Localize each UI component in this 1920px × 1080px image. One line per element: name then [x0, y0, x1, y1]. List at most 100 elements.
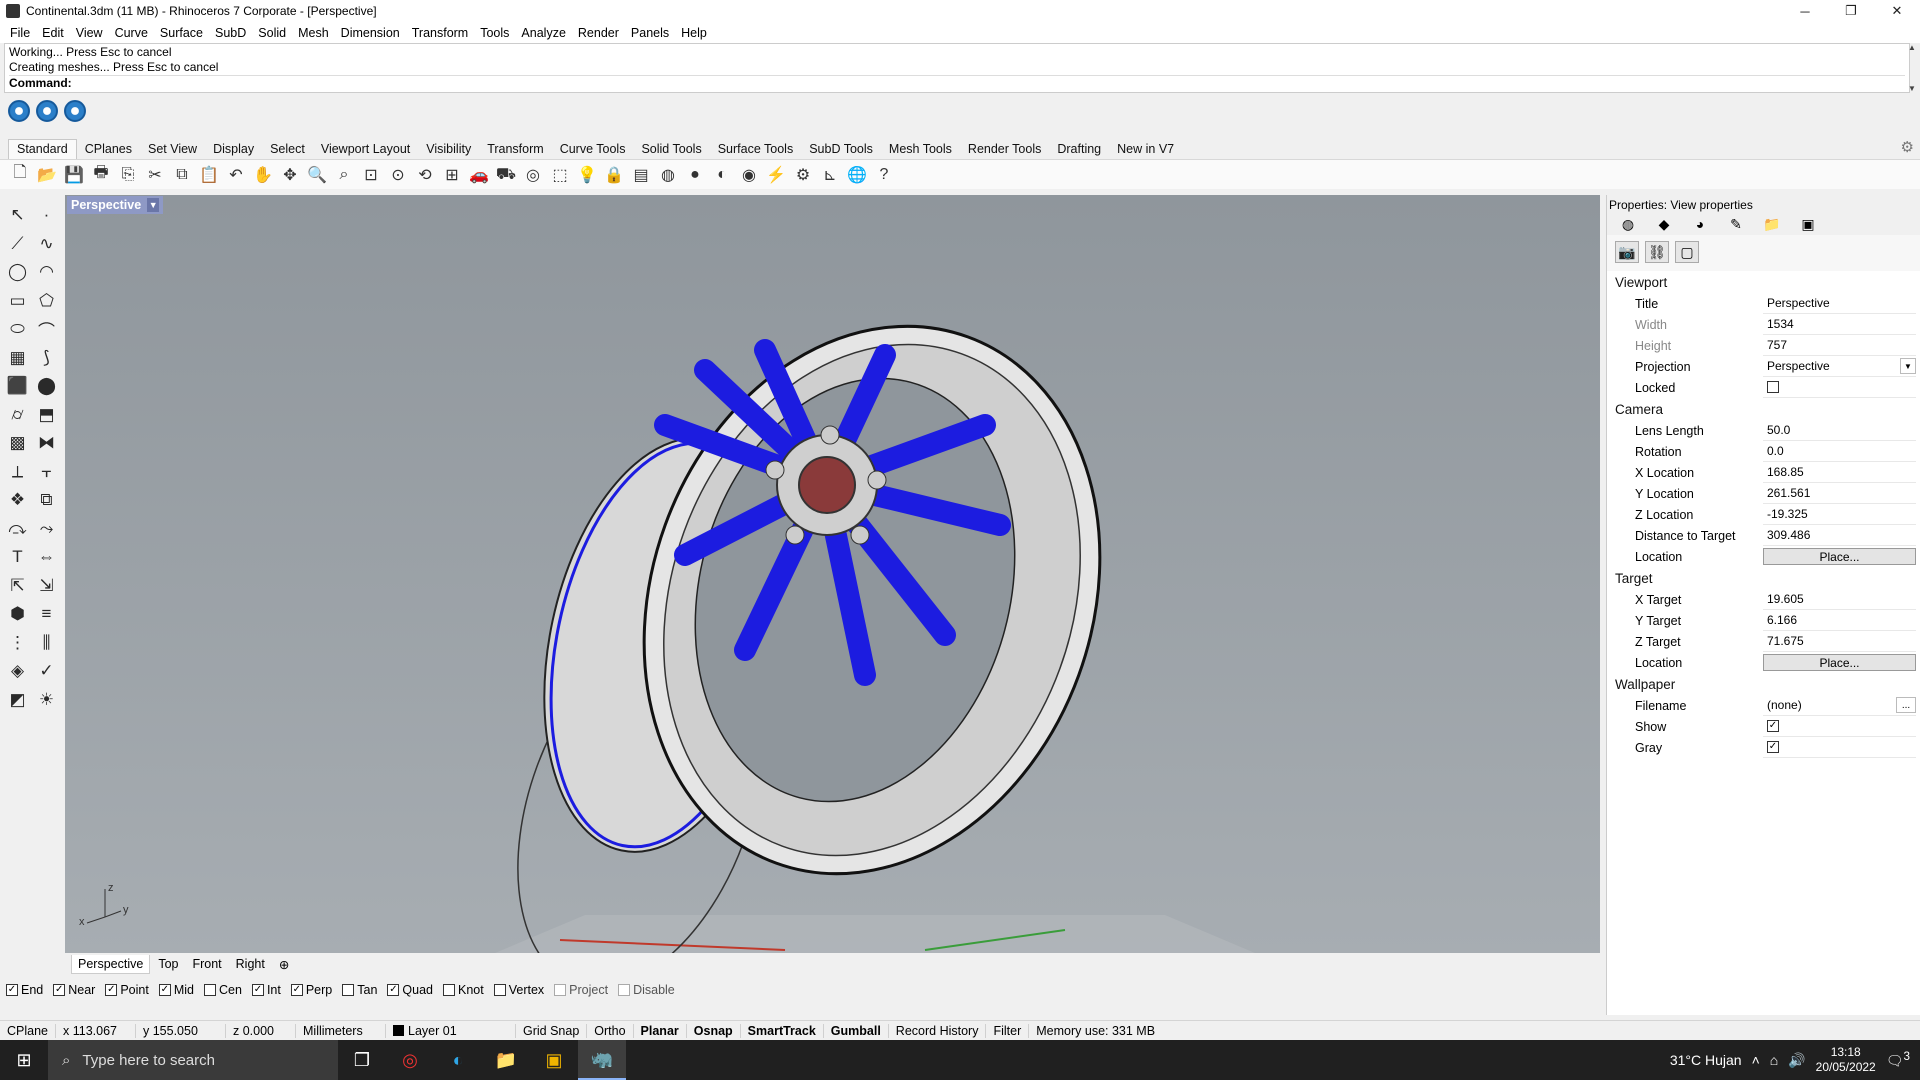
select-icon[interactable]: ⬚	[548, 163, 572, 187]
command-prompt[interactable]: Command:	[9, 75, 1905, 91]
pan-hand-icon[interactable]: ✋	[251, 163, 275, 187]
camera-place-button[interactable]: Place...	[1763, 548, 1916, 565]
osnap-toggle[interactable]: Osnap	[687, 1023, 741, 1038]
gear-icon[interactable]: ⚙	[1901, 138, 1914, 156]
frame-icon[interactable]: ▢	[1675, 241, 1699, 263]
new-file-icon[interactable]: 🗋	[8, 163, 32, 187]
tab-curve-tools[interactable]: Curve Tools	[552, 140, 634, 159]
curve-icon[interactable]: ∿	[32, 230, 61, 259]
rotate-view-icon[interactable]: ⟲	[413, 163, 437, 187]
select-arrow-icon[interactable]: ↖	[3, 201, 32, 230]
command-scrollbar[interactable]: ▲ ▼	[1906, 43, 1918, 93]
tab-visibility[interactable]: Visibility	[418, 140, 479, 159]
walkabout-icon[interactable]: ⛟	[494, 163, 518, 187]
save-icon[interactable]: 💾	[62, 163, 86, 187]
grid-snap-toggle[interactable]: Grid Snap	[516, 1023, 588, 1038]
tab-subd-tools[interactable]: SubD Tools	[801, 140, 881, 159]
checkbox-checked-icon[interactable]: ✓	[53, 984, 66, 996]
network-icon[interactable]: ⌂	[1770, 1052, 1778, 1068]
file-explorer-icon[interactable]: 📁	[482, 1040, 530, 1080]
clock[interactable]: 13:18 20/05/2022	[1816, 1045, 1876, 1075]
dimension-tool-icon[interactable]: ⇔	[32, 543, 61, 572]
copy-icon[interactable]: ⧉	[170, 163, 194, 187]
scale-icon[interactable]: ⇲	[32, 572, 61, 601]
open-folder-icon[interactable]: 📂	[35, 163, 59, 187]
tab-standard[interactable]: Standard	[8, 139, 77, 159]
drafting-icon[interactable]: ≡	[32, 600, 61, 629]
tab-perspective[interactable]: Perspective	[71, 954, 151, 974]
locked-checkbox[interactable]	[1767, 381, 1779, 393]
material-sphere-icon[interactable]: ◉	[737, 163, 761, 187]
tab-surface-tools[interactable]: Surface Tools	[710, 140, 802, 159]
rectangle-icon[interactable]: ▭	[3, 287, 32, 316]
cylinder-icon[interactable]: ⌭	[3, 401, 32, 430]
gumball-toggle[interactable]: Gumball	[824, 1023, 889, 1038]
boolean-icon[interactable]: ⧓	[32, 429, 61, 458]
gray-checkbox[interactable]: ✓	[1767, 741, 1779, 753]
smarttrack-toggle[interactable]: SmartTrack	[741, 1023, 824, 1038]
transform-icon[interactable]: ⇱	[3, 572, 32, 601]
text-icon[interactable]: T	[3, 543, 32, 572]
menu-mesh[interactable]: Mesh	[292, 26, 335, 40]
lens-length-field[interactable]: 50.0	[1763, 421, 1916, 441]
menu-solid[interactable]: Solid	[252, 26, 292, 40]
globe-icon[interactable]: 🌐	[845, 163, 869, 187]
menu-panels[interactable]: Panels	[625, 26, 675, 40]
tab-set-view[interactable]: Set View	[140, 140, 205, 159]
zoom-window-icon[interactable]: ⌕	[332, 163, 356, 187]
arc-icon[interactable]: ◠	[32, 258, 61, 287]
z-target-field[interactable]: 71.675	[1763, 632, 1916, 652]
lightbulb-icon[interactable]: 💡	[575, 163, 599, 187]
app-icon[interactable]: ▣	[530, 1040, 578, 1080]
cut-icon[interactable]: ✂	[143, 163, 167, 187]
tab-drafting[interactable]: Drafting	[1049, 140, 1109, 159]
layer-status[interactable]: Layer 01	[386, 1023, 516, 1038]
menu-edit[interactable]: Edit	[36, 26, 70, 40]
menu-transform[interactable]: Transform	[406, 26, 475, 40]
circle-icon[interactable]: ◯	[3, 258, 32, 287]
osnap-cen[interactable]: Cen	[204, 983, 242, 997]
help-icon[interactable]: ?	[872, 163, 896, 187]
color-wheel-icon[interactable]: ◍	[656, 163, 680, 187]
title-field[interactable]: Perspective	[1763, 294, 1916, 314]
object-properties-icon[interactable]: ◍	[1619, 216, 1637, 232]
chevron-down-icon[interactable]: ▼	[1900, 358, 1916, 374]
checkbox-checked-icon[interactable]: ✓	[251, 984, 264, 996]
cplane-status[interactable]: CPlane	[0, 1023, 56, 1038]
group-icon[interactable]: ❖	[3, 486, 32, 515]
x-location-field[interactable]: 168.85	[1763, 463, 1916, 483]
menu-subd[interactable]: SubD	[209, 26, 252, 40]
tab-new-in-v7[interactable]: New in V7	[1109, 140, 1182, 159]
close-button[interactable]: ✕	[1874, 0, 1920, 22]
zoom-extents-icon[interactable]: ⊡	[359, 163, 383, 187]
rotation-field[interactable]: 0.0	[1763, 442, 1916, 462]
camera-icon[interactable]: 📷	[1615, 241, 1639, 263]
point-icon[interactable]: ·	[32, 201, 61, 230]
x-target-field[interactable]: 19.605	[1763, 590, 1916, 610]
osnap-tan[interactable]: Tan	[342, 983, 377, 997]
menu-curve[interactable]: Curve	[109, 26, 154, 40]
minimize-button[interactable]: ─	[1782, 0, 1828, 22]
mirror-icon[interactable]: ⫼	[32, 629, 61, 658]
export-icon[interactable]: ⎘	[116, 163, 140, 187]
osnap-int[interactable]: ✓ Int	[251, 983, 281, 997]
folder-icon[interactable]: 📁	[1763, 216, 1781, 232]
scroll-down-icon[interactable]: ▼	[1908, 84, 1916, 93]
z-location-field[interactable]: -19.325	[1763, 505, 1916, 525]
tab-render-tools[interactable]: Render Tools	[960, 140, 1049, 159]
volume-icon[interactable]: 🔊	[1788, 1052, 1805, 1069]
show-checkbox[interactable]: ✓	[1767, 720, 1779, 732]
loft-icon[interactable]: ⟆	[32, 344, 61, 373]
checkbox-checked-icon[interactable]: ✓	[105, 984, 118, 996]
checkbox-empty-icon[interactable]	[554, 984, 567, 996]
add-viewport-icon[interactable]: ⊕	[273, 955, 295, 974]
checkbox-empty-icon[interactable]	[204, 984, 216, 996]
restore-button[interactable]: ❐	[1828, 0, 1874, 22]
move-icon[interactable]: ✥	[278, 163, 302, 187]
rhino-taskbar-icon[interactable]: 🦏	[578, 1040, 626, 1080]
tab-solid-tools[interactable]: Solid Tools	[633, 140, 709, 159]
checkbox-checked-icon[interactable]: ✓	[290, 984, 303, 996]
filename-field[interactable]: (none)...	[1763, 696, 1916, 716]
menu-render[interactable]: Render	[572, 26, 625, 40]
checkbox-checked-icon[interactable]: ✓	[158, 984, 171, 996]
